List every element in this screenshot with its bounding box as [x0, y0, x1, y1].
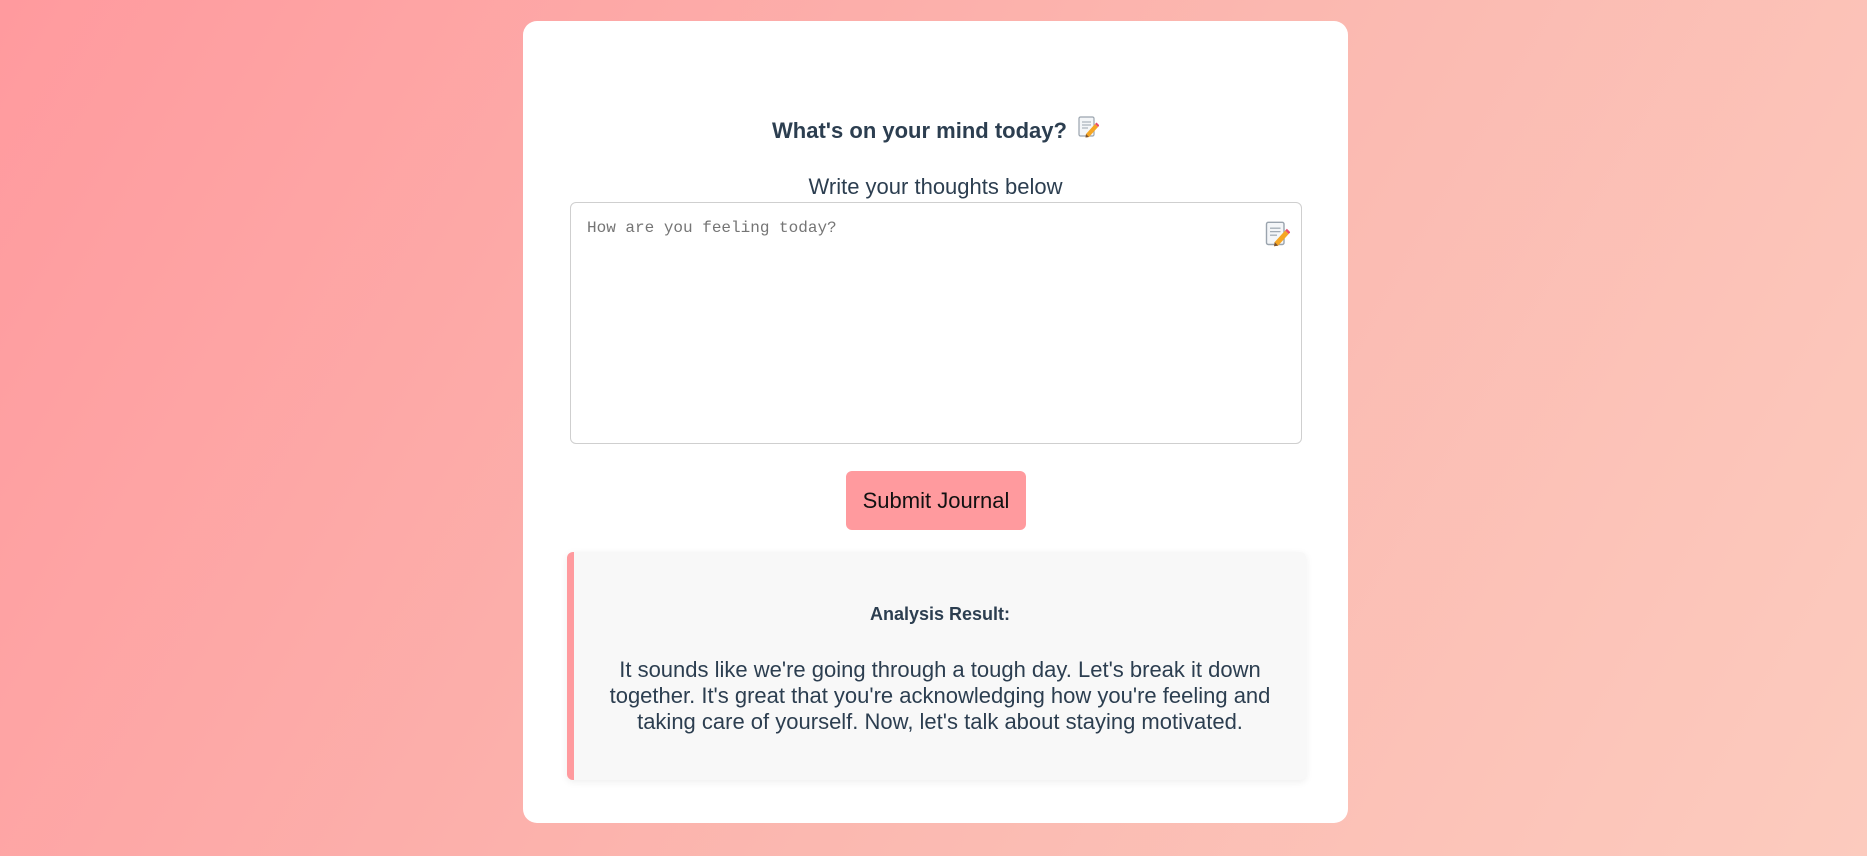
- subheading: Write your thoughts below: [808, 174, 1063, 199]
- journal-textarea[interactable]: [570, 202, 1302, 444]
- analysis-result-title: Analysis Result:: [869, 604, 1011, 624]
- memo-icon: [1264, 220, 1291, 253]
- page-heading: What's on your mind today?: [523, 115, 1348, 146]
- page-heading-text: What's on your mind today?: [772, 118, 1067, 143]
- memo-icon: [1077, 115, 1100, 146]
- submit-journal-button[interactable]: Submit Journal: [846, 471, 1026, 530]
- analysis-result-text: It sounds like we're going through a tou…: [609, 657, 1271, 734]
- analysis-result-panel: Analysis Result: It sounds like we're go…: [567, 552, 1306, 780]
- journal-card: What's on your mind today? Write your th…: [523, 21, 1348, 823]
- journal-entry-wrapper: [570, 202, 1302, 444]
